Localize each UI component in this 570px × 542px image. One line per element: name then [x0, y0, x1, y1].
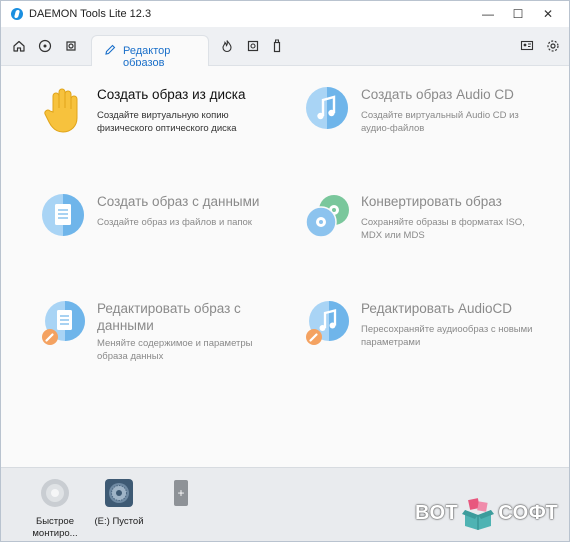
item-title: Создать образ Audio CD [361, 87, 514, 102]
item-title: Редактировать AudioCD [361, 301, 513, 316]
item-description: Пересохраняйте аудиообраз с новыми парам… [361, 324, 533, 348]
window-title: DAEMON Tools Lite 12.3 [29, 8, 152, 20]
virtual-drive-e[interactable]: (E:) Пустой [79, 478, 159, 527]
edit-data-icon [41, 300, 85, 345]
title-bar: DAEMON Tools Lite 12.3 — ☐ ✕ [1, 1, 569, 27]
item-title: Редактировать образ с данными [97, 301, 241, 333]
quick-mount-icon [40, 478, 70, 508]
add-drive-button[interactable]: + [174, 480, 188, 506]
item-title: Создать образ из диска [97, 87, 246, 102]
item-description: Меняйте содержимое и параметры образа да… [97, 338, 253, 362]
virtual-drive-icon [104, 478, 134, 508]
edit-audio-cd-item[interactable]: Редактировать AudioCD Пересохраняйте ауд… [305, 300, 545, 380]
image-editor-icon[interactable] [245, 38, 261, 54]
watermark-left-text: ВОТ [415, 501, 459, 524]
watermark-right-text: СОФТ [498, 501, 559, 524]
item-description: Сохраняйте образы в форматах ISO, MDX ил… [361, 217, 525, 241]
create-data-image-item[interactable]: Создать образ с данными Создайте образ и… [41, 193, 281, 273]
burn-icon[interactable] [219, 38, 235, 54]
audio-cd-icon [305, 86, 349, 130]
edit-audio-icon [305, 300, 349, 345]
home-icon[interactable] [11, 38, 27, 54]
watermark: ВОТ СОФТ [415, 493, 558, 533]
item-title: Создать образ с данными [97, 194, 260, 209]
watermark-box-icon [461, 496, 495, 530]
convert-image-item[interactable]: Конвертировать образ Сохраняйте образы в… [305, 193, 545, 273]
data-disc-icon [41, 193, 85, 237]
image-catalog-icon[interactable] [63, 38, 79, 54]
tab-image-editor[interactable]: Редактор образов [91, 35, 209, 69]
drive-panel: Быстрое монтиро... (E:) Пустой + ВОТ СОФ… [1, 467, 569, 541]
image-editor-panel: Создать образ из диска Создайте виртуаль… [1, 66, 569, 466]
minimize-button[interactable]: — [473, 4, 503, 24]
settings-icon[interactable] [545, 38, 561, 54]
close-button[interactable]: ✕ [533, 4, 563, 24]
daemon-tools-logo-icon [11, 8, 23, 20]
item-description: Создайте образ из файлов и папок [97, 217, 252, 228]
edit-data-image-item[interactable]: Редактировать образ с данными Меняйте со… [41, 300, 281, 380]
usb-icon[interactable] [269, 38, 285, 54]
item-description: Создайте виртуальную копию физического о… [97, 110, 237, 134]
app-window: DAEMON Tools Lite 12.3 — ☐ ✕ Редактор об… [0, 0, 570, 542]
drive-label: (E:) Пустой [94, 516, 144, 527]
pencil-icon [104, 44, 116, 59]
add-disc-icon[interactable] [37, 38, 53, 54]
toolbar: Редактор образов [1, 27, 569, 69]
maximize-button[interactable]: ☐ [503, 4, 533, 24]
create-image-from-disc-item[interactable]: Создать образ из диска Создайте виртуаль… [41, 86, 281, 166]
item-description: Создайте виртуальный Audio CD из аудио-ф… [361, 110, 519, 134]
convert-icon [305, 193, 349, 238]
drive-label: Быстрое монтиро... [32, 516, 78, 539]
create-audio-cd-item[interactable]: Создать образ Audio CD Создайте виртуаль… [305, 86, 545, 166]
hand-icon [41, 86, 85, 133]
license-icon[interactable] [519, 38, 535, 54]
item-title: Конвертировать образ [361, 194, 502, 209]
